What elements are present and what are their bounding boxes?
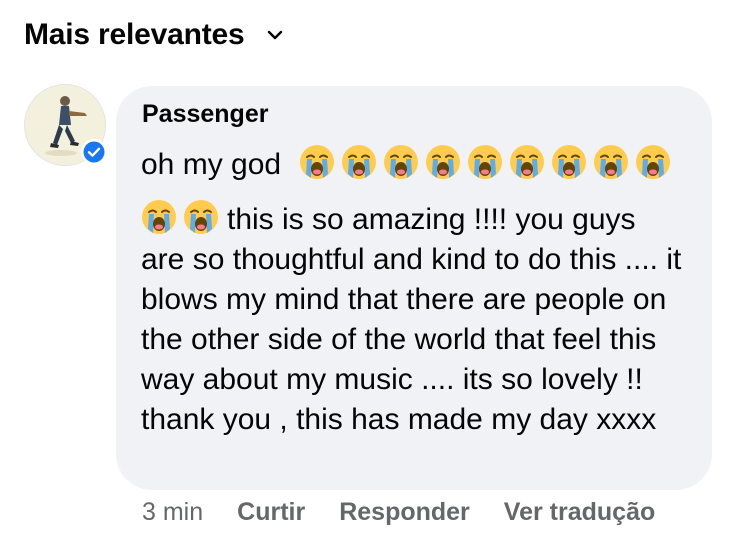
verified-badge-icon bbox=[81, 139, 107, 165]
loudly-crying-face-icon bbox=[184, 200, 218, 234]
loudly-crying-face-icon bbox=[426, 145, 461, 179]
comment-body-text: are so thoughtful and kind to do this ..… bbox=[141, 243, 682, 436]
comment-line-2: this is so amazing !!!! you guys bbox=[141, 199, 701, 240]
sort-label: Mais relevantes bbox=[24, 18, 245, 51]
see-translation-button[interactable]: Ver tradução bbox=[504, 498, 655, 527]
comment-page: Mais relevantes Passenger oh my god this… bbox=[0, 0, 750, 544]
emoji-row-2 bbox=[141, 199, 225, 235]
loudly-crying-face-icon bbox=[384, 145, 419, 179]
comment-text: oh my god this is so amazing !!!! you gu… bbox=[141, 144, 701, 440]
loudly-crying-face-icon bbox=[510, 145, 545, 179]
like-button[interactable]: Curtir bbox=[237, 498, 305, 527]
comment-line-1-text: oh my god bbox=[141, 148, 282, 181]
emoji-row-1 bbox=[299, 144, 677, 180]
loudly-crying-face-icon bbox=[636, 145, 671, 179]
loudly-crying-face-icon bbox=[142, 200, 176, 234]
comment-author[interactable]: Passenger bbox=[142, 100, 268, 129]
author-avatar[interactable] bbox=[24, 84, 107, 166]
loudly-crying-face-icon bbox=[594, 145, 629, 179]
sort-dropdown[interactable]: Mais relevantes bbox=[24, 18, 284, 52]
comment-bubble: Passenger oh my god this is so amazing !… bbox=[116, 86, 712, 490]
comment-line-2-text: this is so amazing !!!! you guys bbox=[227, 203, 636, 236]
reply-button[interactable]: Responder bbox=[339, 498, 470, 527]
chevron-down-icon bbox=[268, 30, 283, 40]
comment-line-1: oh my god bbox=[141, 144, 701, 185]
loudly-crying-face-icon bbox=[342, 145, 377, 179]
comment-actions: 3 min Curtir Responder Ver tradução bbox=[142, 498, 655, 527]
comment-timestamp: 3 min bbox=[142, 498, 204, 526]
loudly-crying-face-icon bbox=[552, 145, 587, 179]
loudly-crying-face-icon bbox=[300, 145, 335, 179]
loudly-crying-face-icon bbox=[468, 145, 503, 179]
